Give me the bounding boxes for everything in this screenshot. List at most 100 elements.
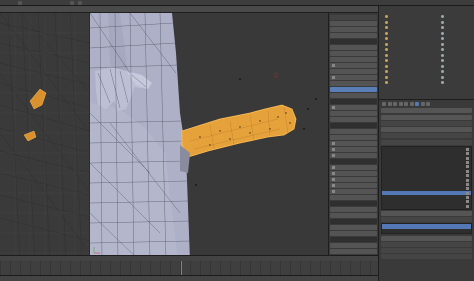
props-row-11[interactable] bbox=[330, 81, 377, 86]
props-row-14[interactable] bbox=[330, 99, 377, 104]
eye-icon[interactable] bbox=[441, 26, 444, 30]
props-row-8[interactable] bbox=[330, 63, 377, 68]
left-3d-viewport[interactable] bbox=[0, 13, 90, 261]
shape-keys-list[interactable] bbox=[381, 223, 472, 235]
eye-icon[interactable] bbox=[441, 31, 444, 35]
main-viewport-canvas[interactable] bbox=[90, 13, 328, 261]
vertex-colors-header[interactable] bbox=[381, 248, 472, 254]
eye-icon[interactable] bbox=[441, 59, 444, 63]
props-row-17[interactable] bbox=[330, 117, 377, 122]
main-3d-viewport[interactable] bbox=[90, 13, 328, 261]
eye-icon[interactable] bbox=[441, 15, 444, 19]
props-row-16[interactable] bbox=[330, 111, 377, 116]
lock-icon[interactable] bbox=[466, 187, 469, 191]
eye-icon[interactable] bbox=[441, 70, 444, 74]
material-tab-icon[interactable] bbox=[420, 102, 425, 106]
render-engine-select[interactable] bbox=[78, 0, 82, 5]
vertex-groups-header[interactable] bbox=[381, 139, 472, 145]
props-row-37[interactable] bbox=[330, 237, 377, 242]
props-row-34[interactable] bbox=[330, 219, 377, 224]
outliner-item[interactable] bbox=[379, 80, 474, 86]
props-row-29[interactable] bbox=[330, 189, 377, 194]
props-row-10[interactable] bbox=[330, 75, 377, 80]
props-row-20[interactable] bbox=[330, 135, 377, 140]
scene-select[interactable] bbox=[70, 0, 74, 5]
props-row-13[interactable] bbox=[330, 93, 377, 98]
relative-field[interactable] bbox=[381, 235, 472, 241]
props-row-25[interactable] bbox=[330, 165, 377, 170]
props-row-5[interactable] bbox=[330, 45, 377, 50]
autosmooth-field[interactable] bbox=[381, 127, 472, 133]
lock-icon[interactable] bbox=[466, 204, 469, 208]
eye-icon[interactable] bbox=[441, 42, 444, 46]
props-row-31[interactable] bbox=[330, 201, 377, 206]
data-tab-icon[interactable] bbox=[415, 102, 419, 106]
lock-icon[interactable] bbox=[466, 196, 469, 200]
scene-tab-icon[interactable] bbox=[387, 102, 392, 106]
playhead-cursor[interactable] bbox=[181, 261, 182, 275]
props-row-27[interactable] bbox=[330, 177, 377, 182]
uv-maps-header[interactable] bbox=[381, 241, 472, 247]
eye-icon[interactable] bbox=[441, 81, 444, 85]
eye-icon[interactable] bbox=[441, 20, 444, 24]
vertex-groups-list[interactable] bbox=[381, 146, 472, 210]
props-row-12[interactable] bbox=[330, 87, 377, 92]
lock-icon[interactable] bbox=[466, 152, 469, 156]
eye-icon[interactable] bbox=[441, 48, 444, 52]
props-row-38[interactable] bbox=[330, 243, 377, 248]
constraint-tab-icon[interactable] bbox=[404, 102, 408, 106]
normals-panel-header[interactable] bbox=[381, 120, 472, 126]
props-row-26[interactable] bbox=[330, 171, 377, 176]
lock-icon[interactable] bbox=[466, 147, 469, 151]
lock-icon[interactable] bbox=[466, 200, 469, 204]
mesh-name-field[interactable] bbox=[381, 114, 472, 120]
left-viewport-canvas[interactable] bbox=[0, 13, 90, 261]
eye-icon[interactable] bbox=[441, 53, 444, 57]
lock-icon[interactable] bbox=[466, 169, 469, 173]
shape-key-item[interactable] bbox=[382, 229, 471, 233]
lock-icon[interactable] bbox=[466, 165, 469, 169]
props-row-30[interactable] bbox=[330, 195, 377, 200]
world-tab-icon[interactable] bbox=[393, 102, 397, 106]
props-row-15[interactable] bbox=[330, 105, 377, 110]
props-row-22[interactable] bbox=[330, 147, 377, 152]
eye-icon[interactable] bbox=[441, 64, 444, 68]
texture-space-header[interactable] bbox=[381, 133, 472, 139]
props-row-39[interactable] bbox=[330, 249, 377, 254]
geometry-data-header[interactable] bbox=[381, 254, 472, 260]
render-tab-icon[interactable] bbox=[382, 102, 386, 106]
props-row-3[interactable] bbox=[330, 33, 377, 38]
props-row-21[interactable] bbox=[330, 141, 377, 146]
shape-keys-header[interactable] bbox=[381, 217, 472, 223]
vertex-group-item[interactable] bbox=[382, 204, 471, 208]
lock-icon[interactable] bbox=[466, 178, 469, 182]
screen-layout-select[interactable] bbox=[18, 0, 22, 5]
modifier-tab-icon[interactable] bbox=[409, 102, 414, 106]
body-mesh[interactable] bbox=[90, 13, 190, 261]
lock-icon[interactable] bbox=[466, 160, 469, 164]
props-row-2[interactable] bbox=[330, 27, 377, 32]
props-row-18[interactable] bbox=[330, 123, 377, 128]
props-row-24[interactable] bbox=[330, 159, 377, 164]
object-tab-icon[interactable] bbox=[398, 102, 403, 106]
lock-icon[interactable] bbox=[466, 182, 469, 186]
lock-icon[interactable] bbox=[466, 191, 469, 195]
props-row-32[interactable] bbox=[330, 207, 377, 212]
props-row-7[interactable] bbox=[330, 57, 377, 62]
lock-icon[interactable] bbox=[466, 156, 469, 160]
props-row-36[interactable] bbox=[330, 231, 377, 236]
object-name-field[interactable] bbox=[381, 108, 472, 114]
lock-icon[interactable] bbox=[466, 174, 469, 178]
props-row-0[interactable] bbox=[330, 15, 377, 20]
props-row-19[interactable] bbox=[330, 129, 377, 134]
props-row-35[interactable] bbox=[330, 225, 377, 230]
props-row-33[interactable] bbox=[330, 213, 377, 218]
props-row-4[interactable] bbox=[330, 39, 377, 44]
texture-tab-icon[interactable] bbox=[426, 102, 430, 106]
timeline-area[interactable] bbox=[0, 261, 378, 275]
props-row-23[interactable] bbox=[330, 153, 377, 158]
props-row-6[interactable] bbox=[330, 51, 377, 56]
eye-icon[interactable] bbox=[441, 75, 444, 79]
props-row-9[interactable] bbox=[330, 69, 377, 74]
props-row-1[interactable] bbox=[330, 21, 377, 26]
